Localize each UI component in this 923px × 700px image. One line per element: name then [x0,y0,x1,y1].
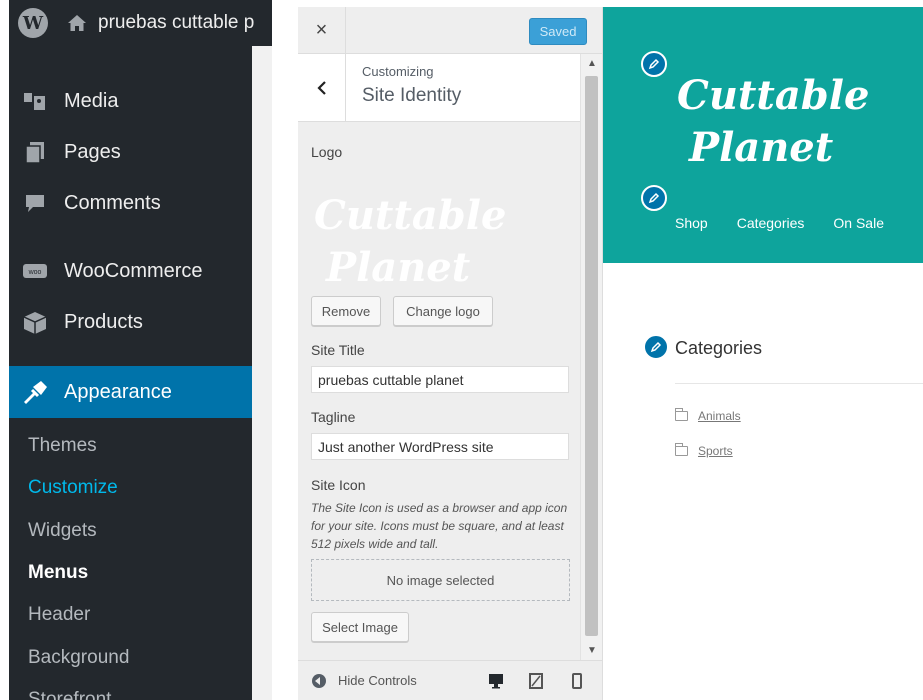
image-gap [272,0,298,700]
logo-preview-line2: Planet [325,244,471,287]
hide-controls-button[interactable]: Hide Controls [312,673,417,688]
back-button[interactable] [298,54,346,122]
screen: W pruebas cuttable p Posts Media Pages [0,0,923,700]
customizer-header: × Saved [298,7,602,54]
scroll-up-arrow-icon[interactable]: ▲ [587,58,597,69]
site-title-label: Site Title [311,342,365,358]
site-icon-dropzone[interactable]: No image selected [311,559,570,601]
section-title: Site Identity [362,85,462,106]
menu-label-products: Products [64,311,143,333]
collapse-arrow-icon [312,673,326,688]
menu-item-media[interactable]: Media [9,76,272,127]
submenu-item-header[interactable]: Header [9,594,272,636]
site-preview: Cuttable Planet Shop Categories On Sale … [603,7,923,700]
submenu-item-menus[interactable]: Menus [9,552,272,594]
nav-link-on-sale[interactable]: On Sale [833,215,884,231]
menu-item-comments[interactable]: Comments [9,178,272,229]
menu-label-appearance: Appearance [64,380,172,403]
menu-label-comments: Comments [64,192,161,214]
change-logo-button[interactable]: Change logo [393,296,493,326]
submenu-item-widgets[interactable]: Widgets [9,510,272,552]
mobile-preview-icon[interactable] [569,673,585,689]
scrollbar-thumb[interactable] [585,76,598,636]
media-icon [21,89,49,115]
menu-label-pages: Pages [64,141,121,163]
folder-icon [675,443,688,456]
edit-menu-pencil-icon[interactable] [641,185,667,211]
logo-preview-image: Cuttable Planet [314,192,506,287]
appearance-icon [21,379,49,405]
category-link-sports[interactable]: Sports [675,443,733,458]
scroll-down-arrow-icon[interactable]: ▼ [587,645,597,656]
admin-content-edge [252,46,272,700]
admin-menu: Media Pages Comments woo WooCommerce Pro… [9,76,272,418]
hide-controls-label: Hide Controls [338,673,417,688]
tablet-preview-icon[interactable] [528,673,544,689]
panel-scrollbar[interactable]: ▲ ▼ [580,54,602,660]
home-icon[interactable] [66,12,88,34]
chevron-left-icon [316,81,326,95]
logo-preview-line1: Cuttable [314,192,506,239]
edit-widget-pencil-icon[interactable] [643,334,669,360]
wordpress-logo-icon[interactable]: W [18,8,48,38]
svg-text:woo: woo [28,269,42,276]
edit-logo-pencil-icon[interactable] [641,51,667,77]
category-link-animals[interactable]: Animals [675,408,741,423]
admin-sidebar: W pruebas cuttable p Posts Media Pages [9,0,272,700]
site-name-link[interactable]: pruebas cuttable p [98,12,254,34]
submenu-item-themes[interactable]: Themes [9,425,272,467]
widget-divider [675,383,923,384]
folder-icon [675,408,688,421]
customizer-footer: Hide Controls [298,660,602,700]
tagline-label: Tagline [311,409,356,425]
comments-icon [21,191,49,217]
logo-label: Logo [311,144,343,160]
woocommerce-icon: woo [21,259,49,285]
site-header: Cuttable Planet Shop Categories On Sale [603,7,923,263]
close-customizer-button[interactable]: × [298,7,346,54]
site-logo-line2: Planet [688,124,834,167]
site-logo-line1: Cuttable [677,72,869,119]
submenu-item-storefront[interactable]: Storefront [9,679,272,700]
menu-item-pages[interactable]: Pages [9,127,272,178]
submenu-item-customize[interactable]: Customize [9,467,272,509]
admin-bar: W pruebas cuttable p [9,0,272,46]
menu-item-woocommerce[interactable]: woo WooCommerce [9,246,272,297]
customizer-panel: × Saved Customizing Site Identity ▲ ▼ Lo… [298,7,603,700]
desktop-preview-icon[interactable] [488,673,504,689]
appearance-submenu: Themes Customize Widgets Menus Header Ba… [9,425,272,700]
saved-button[interactable]: Saved [529,18,587,45]
categories-widget-title: Categories [675,338,763,358]
submenu-item-background[interactable]: Background [9,636,272,678]
remove-logo-button[interactable]: Remove [311,296,381,326]
pages-icon [21,140,49,166]
site-icon-label: Site Icon [311,477,366,493]
menu-label-woocommerce: WooCommerce [64,260,203,282]
breadcrumb: Customizing [362,64,434,79]
site-icon-description: The Site Icon is used as a browser and a… [311,501,568,551]
select-image-button[interactable]: Select Image [311,612,409,642]
menu-label-media: Media [64,90,119,112]
section-header: Customizing Site Identity [298,54,581,122]
menu-item-products[interactable]: Products [9,297,272,348]
nav-link-categories[interactable]: Categories [737,215,805,231]
tagline-input[interactable]: Just another WordPress site [311,433,569,460]
menu-item-appearance[interactable]: Appearance [9,366,272,418]
products-icon [21,310,49,336]
site-logo-image[interactable]: Cuttable Planet [675,67,875,167]
site-title-input[interactable]: pruebas cuttable planet [311,366,569,393]
primary-navigation: Shop Categories On Sale [675,215,913,231]
nav-link-shop[interactable]: Shop [675,215,708,231]
